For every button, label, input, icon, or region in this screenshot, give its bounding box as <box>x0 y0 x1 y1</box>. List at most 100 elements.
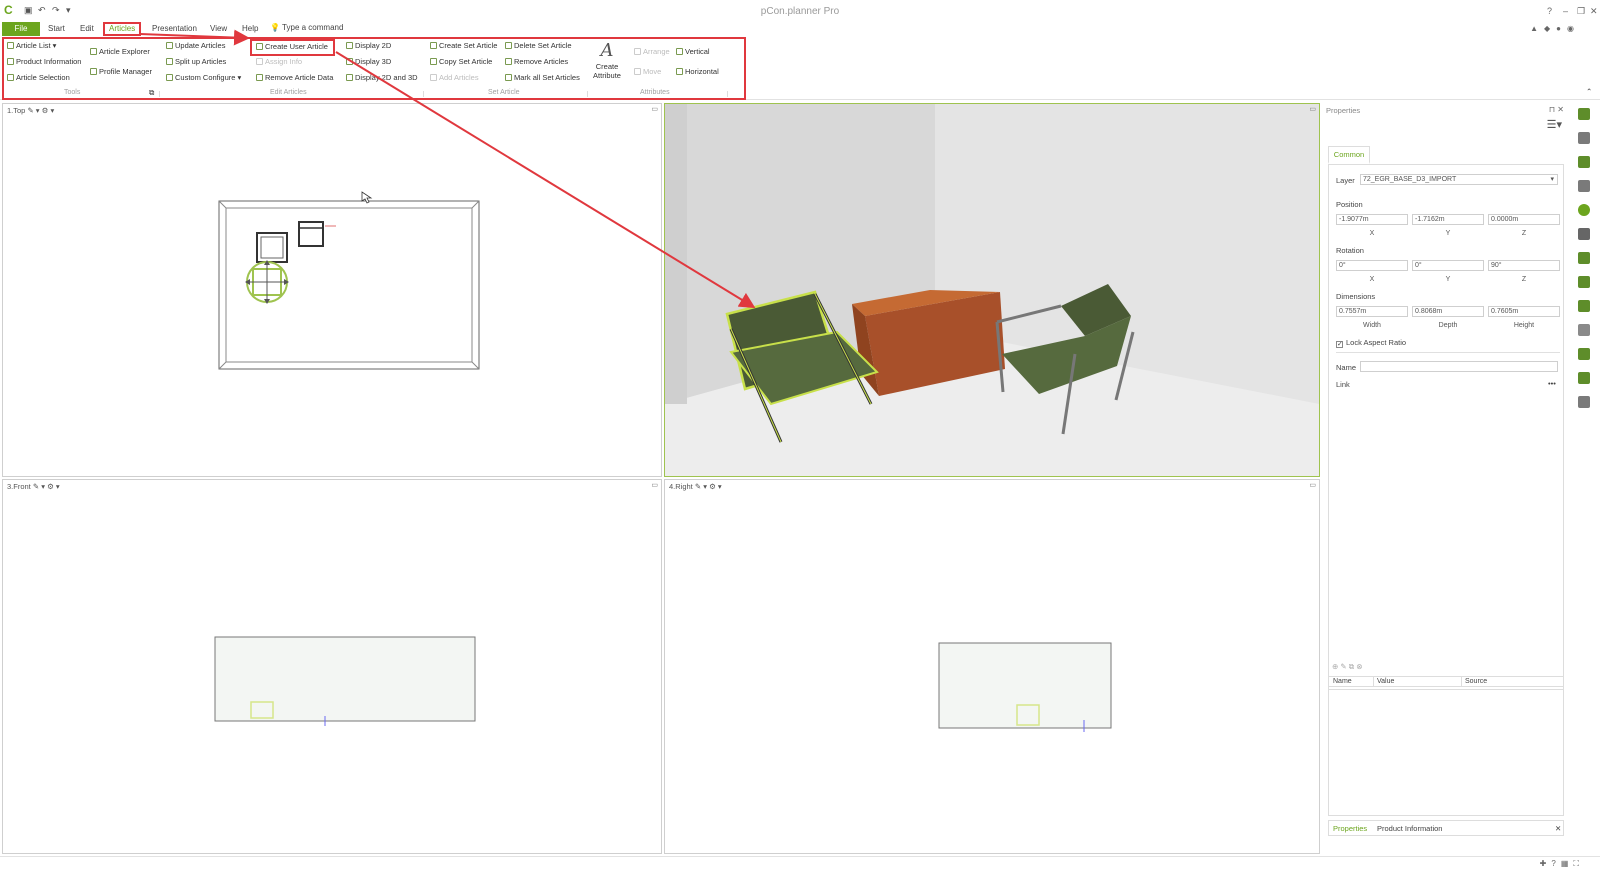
chevron-down-icon: ▾ <box>1550 176 1554 183</box>
materials-icon[interactable] <box>1578 276 1590 288</box>
position-x-field[interactable]: -1.9077m <box>1336 214 1408 225</box>
layers-icon[interactable] <box>1578 252 1590 264</box>
snap-icon[interactable]: ✚ <box>1540 859 1552 868</box>
rotation-x-field[interactable]: 0° <box>1336 260 1408 271</box>
fullscreen-icon[interactable]: ⛶ <box>1573 859 1584 868</box>
window-title: pCon.planner Pro <box>760 6 840 17</box>
tab-help[interactable]: Help <box>238 22 262 36</box>
width-field[interactable]: 0.7557m <box>1336 306 1408 317</box>
properties-title: Properties <box>1326 106 1361 115</box>
checkmark-icon: ✓ <box>1336 341 1343 348</box>
status-icons: ✚?▦⛶ <box>1540 859 1584 869</box>
user-icon[interactable]: ◉ <box>1567 24 1580 33</box>
menu-bar: File Start Edit Articles Presentation Vi… <box>0 22 1600 36</box>
position-label: Position <box>1336 200 1363 209</box>
col-source[interactable]: Source <box>1465 678 1487 685</box>
tab-start[interactable]: Start <box>44 22 69 36</box>
position-y-field[interactable]: -1.7162m <box>1412 214 1484 225</box>
axis-y-label: Y <box>1445 230 1451 237</box>
gallery-icon[interactable] <box>1578 396 1590 408</box>
col-value[interactable]: Value <box>1377 678 1394 685</box>
right-icon-strip <box>1572 104 1596 424</box>
pen-icon[interactable] <box>1578 348 1590 360</box>
position-z-field[interactable]: 0.0000m <box>1488 214 1560 225</box>
properties-pin-close[interactable]: ⊓ ✕ <box>1549 105 1564 114</box>
catalog-icon[interactable] <box>1578 108 1590 120</box>
room-outline-inner <box>225 207 473 363</box>
properties-content <box>1328 164 1564 690</box>
restore-icon[interactable]: ❐ <box>1577 6 1585 17</box>
depth-label: Depth <box>1438 322 1458 329</box>
edit-attribute-icon[interactable]: ✎ <box>1340 662 1346 671</box>
layer-select[interactable]: 72_EGR_BASE_D3_IMPORT ▾ <box>1360 174 1558 185</box>
hamburger-menu-icon[interactable]: ☰▾ <box>1547 118 1562 131</box>
rotation-z-field[interactable]: 90° <box>1488 260 1560 271</box>
viewport-front[interactable]: 3.Front ✎ ▾ ⚙ ▾ ▭ <box>2 479 662 854</box>
viewport-3d[interactable]: ▭ <box>664 103 1320 477</box>
tab-edit[interactable]: Edit <box>76 22 98 36</box>
image-icon[interactable] <box>1578 372 1590 384</box>
attribute-table-header: Name Value Source <box>1329 677 1563 687</box>
command-box[interactable]: 💡 Type a command <box>270 23 343 32</box>
info-icon[interactable] <box>1578 204 1590 216</box>
width-label: Width <box>1363 322 1381 329</box>
light-icon[interactable] <box>1578 324 1590 336</box>
rotation-y-field[interactable]: 0° <box>1412 260 1484 271</box>
briefcase-icon[interactable] <box>1578 228 1590 240</box>
add-attribute-icon[interactable]: ⊕ <box>1332 662 1338 671</box>
copy-attribute-icon[interactable]: ⧉ <box>1349 662 1354 671</box>
tab-articles[interactable]: Articles <box>103 22 142 36</box>
command-label: Type a command <box>282 23 344 32</box>
close-icon[interactable]: ✕ <box>1590 6 1598 17</box>
tab-file[interactable]: File <box>2 22 40 36</box>
height-field[interactable]: 0.7605m <box>1488 306 1560 317</box>
search-icon[interactable] <box>1578 132 1590 144</box>
ribbon: Article List ▾ Product Information Artic… <box>0 36 1600 100</box>
tab-common[interactable]: Common <box>1328 146 1370 164</box>
pin-icon[interactable]: ● <box>1556 24 1567 33</box>
close-tab-icon[interactable]: ✕ <box>1555 824 1561 833</box>
help-icon[interactable]: ? <box>1547 6 1552 16</box>
help-status-icon[interactable]: ? <box>1551 859 1560 868</box>
viewport-top[interactable]: 1.Top ✎ ▾ ⚙ ▾ ▭ <box>2 103 662 477</box>
room-outline-outer <box>218 200 480 370</box>
maximize-3d-icon[interactable]: ▭ <box>1309 105 1316 113</box>
bell-icon[interactable]: ▲ <box>1530 24 1544 33</box>
name-input[interactable] <box>1360 361 1558 372</box>
delete-attribute-icon[interactable]: ⊗ <box>1356 662 1362 671</box>
axis-x-label: X <box>1369 230 1375 237</box>
tab-properties[interactable]: Properties <box>1333 824 1367 833</box>
viewport-right[interactable]: 4.Right ✎ ▾ ⚙ ▾ ▭ <box>664 479 1320 854</box>
top-view-drawing <box>218 191 480 370</box>
depth-field[interactable]: 0.8068m <box>1412 306 1484 317</box>
axis-x-label: X <box>1369 276 1375 283</box>
title-bar: C ▣ ↶ ↷ ▾ pCon.planner Pro ? – ❐ ✕ <box>0 0 1600 22</box>
layout-icon[interactable]: ▦ <box>1561 859 1574 868</box>
status-bar: ✚?▦⛶ <box>0 856 1600 870</box>
axis-z-label: Z <box>1521 230 1527 237</box>
topright-toolbar: ▲◆●◉ <box>1530 24 1580 33</box>
tab-product-information[interactable]: Product Information <box>1377 824 1442 833</box>
more-options-icon[interactable]: ••• <box>1548 379 1556 388</box>
ribbon-highlight-frame <box>2 37 746 100</box>
properties-panel: Properties ⊓ ✕ ☰▾ Common Layer 72_EGR_BA… <box>1322 104 1570 856</box>
collapse-ribbon-icon[interactable]: ⌃ <box>1586 86 1592 98</box>
3d-scene <box>665 104 1319 476</box>
tab-view[interactable]: View <box>206 22 231 36</box>
front-view-drawing <box>214 636 476 726</box>
axis-z-label: Z <box>1521 276 1527 283</box>
lock-aspect-checkbox[interactable]: ✓ Lock Aspect Ratio <box>1336 338 1406 348</box>
chart-icon[interactable] <box>1578 300 1590 312</box>
share-icon[interactable]: ◆ <box>1544 24 1556 33</box>
axis-y-label: Y <box>1445 276 1451 283</box>
link-label: Link <box>1336 380 1350 389</box>
height-label: Height <box>1513 322 1535 329</box>
col-name[interactable]: Name <box>1333 678 1352 685</box>
rotation-label: Rotation <box>1336 246 1364 255</box>
minimize-icon[interactable]: – <box>1563 6 1568 16</box>
furniture-icon[interactable] <box>1578 156 1590 168</box>
lightbulb-icon: 💡 <box>270 23 280 32</box>
list-icon[interactable] <box>1578 180 1590 192</box>
attribute-table: Name Value Source <box>1328 676 1564 816</box>
tab-presentation[interactable]: Presentation <box>148 22 201 36</box>
